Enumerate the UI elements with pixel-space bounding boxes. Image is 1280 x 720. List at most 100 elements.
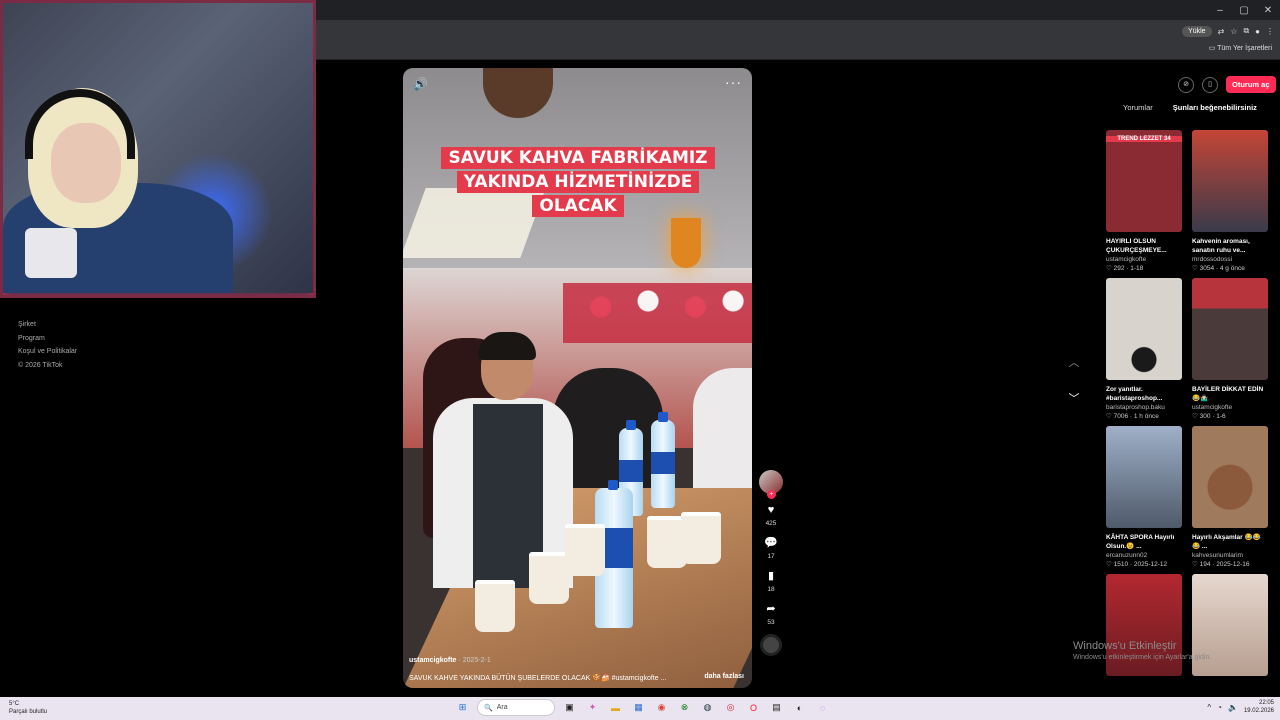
- more-options-icon[interactable]: ···: [725, 74, 742, 90]
- video-thumbnail[interactable]: [1106, 426, 1182, 528]
- card-user[interactable]: kahvesunumlarim: [1192, 552, 1268, 559]
- comment-icon[interactable]: 💬: [758, 537, 784, 549]
- footer-copyright: © 2026 TikTok: [18, 361, 63, 369]
- heart-icon[interactable]: ♥: [758, 504, 784, 516]
- video-thumbnail[interactable]: [1192, 426, 1268, 528]
- translate-icon[interactable]: ⇄: [1218, 27, 1225, 36]
- video-card[interactable]: KÂHTA SPORA Hayırlı Olsun.😉 ... ercanuzu…: [1106, 426, 1182, 568]
- thumbnail-label: TREND LEZZET 34: [1106, 136, 1182, 142]
- network-icon[interactable]: ◔: [1217, 703, 1222, 712]
- all-bookmarks-link[interactable]: ▭ Tüm Yer İşaretleri: [1209, 44, 1272, 52]
- toolbar-icons: Yükle ⇄ ☆ ⧉ ● ⋮: [1182, 22, 1274, 40]
- watermark-title: Windows'u Etkinleştir: [1073, 640, 1177, 652]
- video-thumbnail[interactable]: TREND LEZZET 34: [1106, 130, 1182, 232]
- watermark-subtitle: Windows'u etkinleştirmek için Ayarlar'a …: [1073, 654, 1212, 661]
- card-user[interactable]: mrdossodossi: [1192, 256, 1268, 263]
- clock[interactable]: 22:05 19.02.2026: [1244, 699, 1274, 715]
- bookmark-icon[interactable]: ▮: [758, 570, 784, 582]
- card-title[interactable]: Kahvenin aroması, sanatın ruhu ve...: [1192, 237, 1268, 255]
- tray-overflow-icon[interactable]: ^: [1207, 703, 1211, 712]
- start-icon[interactable]: ⊞: [454, 699, 471, 716]
- share-icon[interactable]: ➦: [758, 603, 784, 615]
- coin-icon[interactable]: ⊘: [1178, 76, 1194, 93]
- card-title[interactable]: Hayırlı Akşamlar 😂😂😂 ...: [1192, 533, 1268, 551]
- card-user[interactable]: ustamcigkofte: [1106, 256, 1182, 263]
- search-icon: 🔍: [484, 704, 493, 712]
- card-meta: ♡ 1510 · 2025-12-12: [1106, 561, 1168, 568]
- install-button[interactable]: Yükle: [1182, 25, 1212, 37]
- card-title[interactable]: HAYIRLI OLSUN ÇUKURÇEŞMEYE...: [1106, 237, 1182, 255]
- card-user[interactable]: baristaproshop.baku: [1106, 404, 1182, 411]
- card-title[interactable]: Zor yanıtlar. #baristaproshop...: [1106, 385, 1182, 403]
- search-placeholder: Ara: [496, 704, 508, 711]
- video-author[interactable]: ustamcigkofte · 2025-2-1: [409, 657, 491, 664]
- video-card[interactable]: Hayırlı Akşamlar 😂😂😂 ... kahvesunumlarim…: [1192, 426, 1268, 568]
- card-title[interactable]: KÂHTA SPORA Hayırlı Olsun.😉 ...: [1106, 533, 1182, 551]
- video-actions: + ♥ 425 💬 17 ▮ 18 ➦ 53: [758, 470, 784, 656]
- close-window-button[interactable]: ✕: [1256, 5, 1280, 16]
- comment-action[interactable]: 💬 17: [758, 537, 784, 560]
- footer-link-program[interactable]: Program: [18, 332, 77, 346]
- like-action[interactable]: ♥ 425: [758, 504, 784, 527]
- next-video-icon[interactable]: ﹀: [1066, 390, 1082, 406]
- card-title[interactable]: BAYİLER DİKKAT EDİN 😂🤷🏻‍♂️: [1192, 385, 1268, 403]
- video-scene-bottle: [651, 412, 675, 508]
- tab-you-may-like[interactable]: Şunları beğenebilirsiniz: [1173, 103, 1257, 112]
- footer-link-company[interactable]: Şirket: [18, 318, 77, 332]
- video-thumbnail[interactable]: [1192, 130, 1268, 232]
- video-card[interactable]: Kahvenin aroması, sanatın ruhu ve... mrd…: [1192, 130, 1268, 272]
- footer-link-terms[interactable]: Koşul ve Politikalar: [18, 345, 77, 359]
- card-user[interactable]: ustamcigkofte: [1192, 404, 1268, 411]
- video-card[interactable]: TREND LEZZET 34 HAYIRLI OLSUN ÇUKURÇEŞME…: [1106, 130, 1182, 272]
- minimize-button[interactable]: –: [1208, 5, 1232, 16]
- follow-plus-icon[interactable]: +: [767, 490, 776, 499]
- video-card[interactable]: BAYİLER DİKKAT EDİN 😂🤷🏻‍♂️ ustamcigkofte…: [1192, 278, 1268, 420]
- share-action[interactable]: ➦ 53: [758, 603, 784, 626]
- epic-games-icon[interactable]: ▤: [768, 699, 785, 716]
- previous-video-icon[interactable]: ︿: [1066, 354, 1082, 370]
- creator-avatar[interactable]: +: [759, 470, 783, 499]
- weather-desc: Parçalı bulutlu: [9, 709, 48, 715]
- extensions-icon[interactable]: ⧉: [1243, 26, 1249, 36]
- bookmark-star-icon[interactable]: ☆: [1230, 27, 1237, 36]
- video-scene-cup: [565, 524, 605, 576]
- maximize-button[interactable]: ▢: [1232, 5, 1256, 16]
- volume-icon[interactable]: 🔈: [1228, 703, 1238, 712]
- video-scene-cup: [681, 512, 721, 564]
- chrome-icon[interactable]: ◉: [653, 699, 670, 716]
- opera-icon[interactable]: O: [745, 699, 762, 716]
- save-action[interactable]: ▮ 18: [758, 570, 784, 593]
- like-count: 425: [765, 520, 777, 527]
- video-scene-cup: [475, 580, 515, 632]
- mobile-icon[interactable]: ▯: [1202, 76, 1218, 93]
- xbox-icon[interactable]: ⊗: [676, 699, 693, 716]
- speaker-icon[interactable]: 🔊: [413, 77, 428, 91]
- login-button[interactable]: Oturum aç: [1226, 76, 1276, 93]
- app-icon[interactable]: ◎: [722, 699, 739, 716]
- messenger-icon[interactable]: ◌: [814, 699, 831, 716]
- clock-time: 22:05: [1258, 700, 1274, 706]
- video-caption-line: SAVUK KAHVA FABRİKAMIZ: [441, 147, 715, 169]
- card-user[interactable]: ercanuzunn02: [1106, 552, 1182, 559]
- card-meta: ♡ 194 · 2025-12-16: [1192, 561, 1250, 568]
- copilot-icon[interactable]: ✦: [584, 699, 601, 716]
- taskbar: 5°C Parçalı bulutlu ⊞ 🔍 Ara ▣ ✦ ▬ ▦ ◉ ⊗ ◍…: [0, 697, 1280, 720]
- video-card[interactable]: Zor yanıtlar. #baristaproshop... barista…: [1106, 278, 1182, 420]
- file-explorer-icon[interactable]: ▬: [607, 699, 624, 716]
- menu-icon[interactable]: ⋮: [1266, 27, 1274, 36]
- steam-icon[interactable]: ◍: [699, 699, 716, 716]
- tab-comments[interactable]: Yorumlar: [1123, 103, 1153, 112]
- taskbar-search[interactable]: 🔍 Ara: [477, 699, 555, 716]
- video-caption: SAVUK KAHVA FABRİKAMIZ YAKINDA HİZMETİNİ…: [437, 146, 719, 218]
- video-author-name[interactable]: ustamcigkofte: [409, 657, 456, 664]
- video-thumbnail[interactable]: [1106, 278, 1182, 380]
- store-icon[interactable]: ▦: [630, 699, 647, 716]
- obs-icon[interactable]: ◐: [791, 699, 808, 716]
- music-disc-icon[interactable]: [760, 634, 782, 656]
- weather-widget[interactable]: 5°C Parçalı bulutlu: [9, 700, 47, 716]
- video-player[interactable]: 🔊 ··· SAVUK KAHVA FABRİKAMIZ YAKINDA HİZ…: [403, 68, 752, 688]
- video-thumbnail[interactable]: [1192, 278, 1268, 380]
- task-view-icon[interactable]: ▣: [561, 699, 578, 716]
- more-link[interactable]: daha fazlası: [704, 673, 744, 680]
- profile-icon[interactable]: ●: [1255, 27, 1260, 36]
